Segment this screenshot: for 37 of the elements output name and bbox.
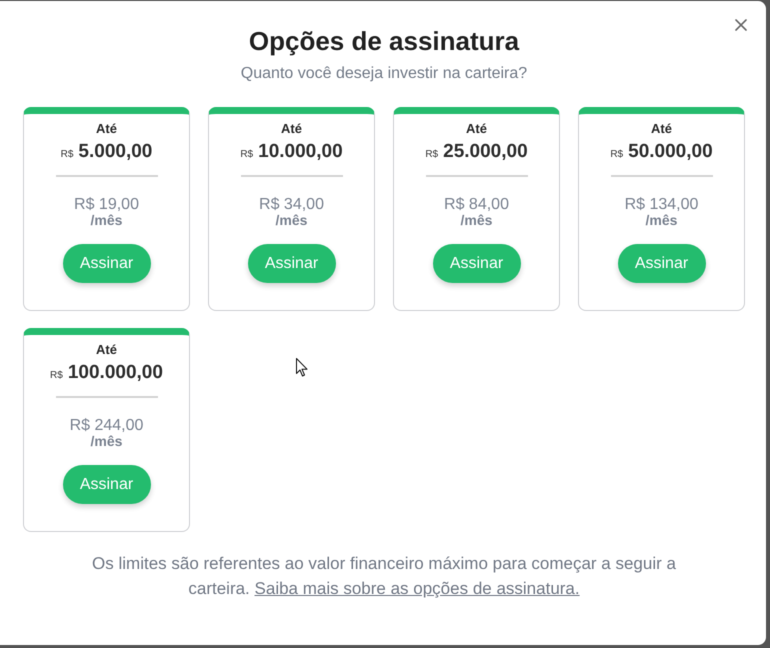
dialog-title: Opções de assinatura — [248, 25, 520, 57]
plan-limit: 100.000,00 — [68, 361, 163, 385]
price-period: /mês — [276, 213, 308, 227]
currency-label: R$ — [610, 149, 624, 161]
plan-prefix: Até — [466, 121, 487, 137]
price-period: /mês — [90, 434, 122, 448]
close-button[interactable] — [733, 17, 749, 33]
plan-prefix: Até — [96, 342, 117, 358]
plan-limit: 5.000,00 — [78, 140, 152, 164]
plan-price: R$ 19,00 — [74, 197, 139, 213]
footer-note: Os limites são referentes ao valor financeiro máximo para começar a seguir a carteira. Saiba mais sobre as opções de assinatura. — [91, 553, 677, 600]
currency-label: R$ — [240, 149, 254, 161]
currency-label: R$ — [60, 149, 74, 161]
price-period: /mês — [90, 213, 122, 227]
price-period: /mês — [646, 213, 678, 227]
plan-limit: 10.000,00 — [258, 140, 343, 164]
subscribe-button[interactable]: Assinar — [62, 465, 150, 504]
subscribe-button[interactable]: Assinar — [248, 244, 336, 283]
dialog-subtitle: Quanto você deseja investir na carteira? — [240, 64, 528, 84]
plan-price: R$ 244,00 — [70, 418, 144, 434]
plan-price: R$ 134,00 — [624, 197, 698, 213]
plan-price: R$ 34,00 — [259, 197, 324, 213]
plan-prefix: Até — [96, 121, 117, 137]
subscribe-button[interactable]: Assinar — [432, 244, 520, 283]
close-icon — [735, 19, 747, 31]
plan-prefix: Até — [281, 121, 302, 137]
mouse-pointer-icon — [296, 358, 308, 377]
currency-label: R$ — [425, 149, 438, 161]
price-period: /mês — [460, 213, 492, 227]
plan-limit: 50.000,00 — [628, 140, 713, 164]
plan-limit: 25.000,00 — [443, 140, 528, 164]
learn-more-link[interactable]: Saiba mais sobre as opções de assinatura. — [254, 579, 580, 598]
currency-label: R$ — [50, 370, 63, 382]
plan-price: R$ 84,00 — [444, 197, 509, 213]
subscribe-button[interactable]: Assinar — [62, 244, 150, 283]
plan-prefix: Até — [651, 121, 672, 137]
subscribe-button[interactable]: Assinar — [618, 244, 706, 283]
